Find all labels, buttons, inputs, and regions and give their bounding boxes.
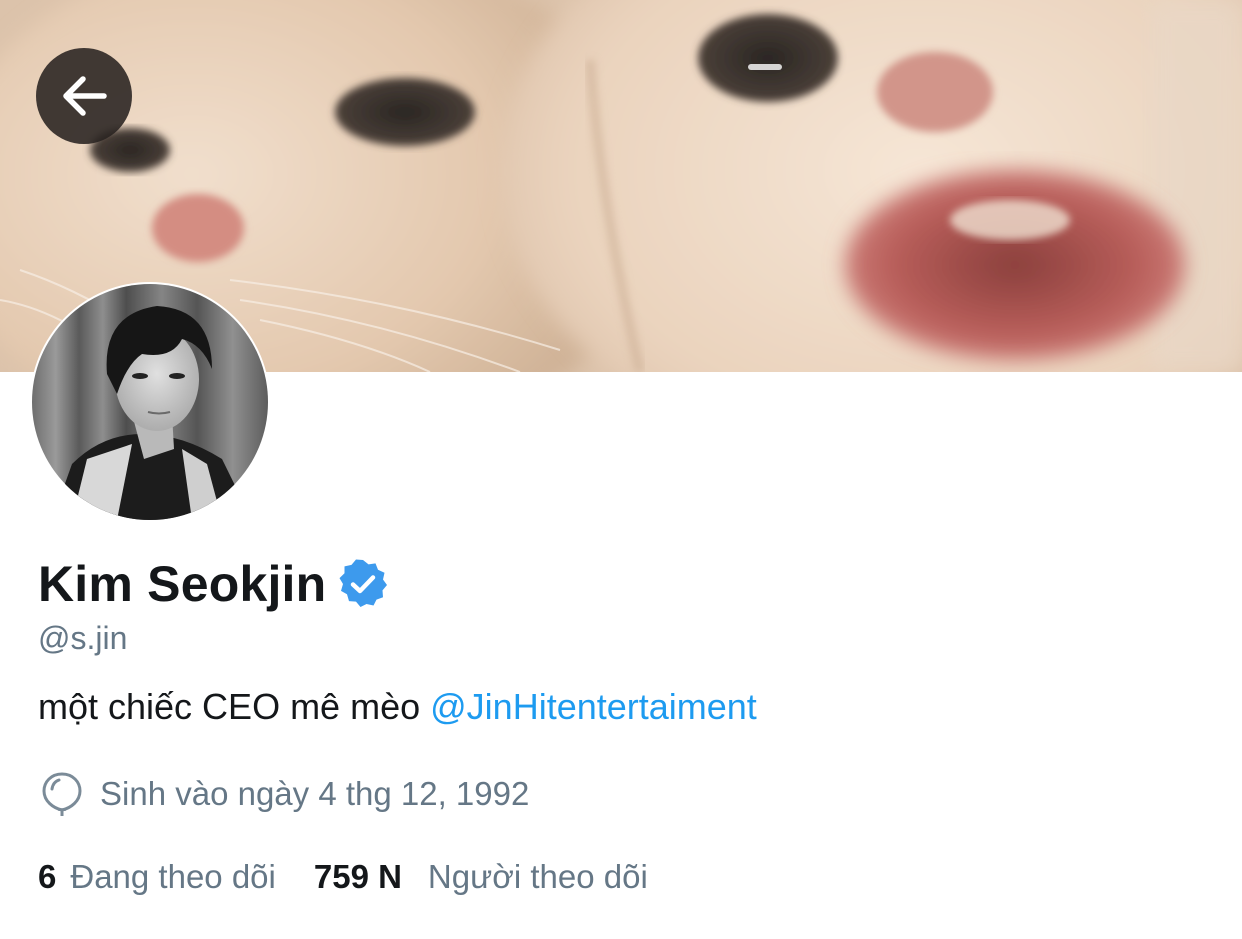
profile-page: Kim Seokjin @s.jin một chiếc CEO mê mèo … <box>0 0 1242 939</box>
followers-label: Người theo dõi <box>427 858 648 895</box>
arrow-left-icon <box>63 76 107 116</box>
following-label: Đang theo dõi <box>70 858 276 895</box>
bio: một chiếc CEO mê mèo @JinHitentertaiment <box>38 686 757 728</box>
birthday-text: Sinh vào ngày 4 thg 12, 1992 <box>100 775 530 812</box>
back-button[interactable] <box>36 48 132 144</box>
balloon-icon <box>42 772 82 816</box>
display-name: Kim Seokjin <box>38 556 327 612</box>
following-link[interactable]: 6 Đang theo dõi <box>38 858 276 896</box>
bio-mention-link[interactable]: @JinHitentertaiment <box>430 686 757 727</box>
following-count: 6 <box>38 858 57 895</box>
birthday-row: Sinh vào ngày 4 thg 12, 1992 <box>38 770 529 818</box>
verified-badge-icon <box>338 559 388 609</box>
handle: @s.jin <box>38 620 128 656</box>
avatar-photo <box>32 284 268 520</box>
display-name-row: Kim Seokjin <box>38 552 388 616</box>
avatar[interactable] <box>30 282 270 522</box>
bio-text: một chiếc CEO mê mèo <box>38 686 421 727</box>
follow-stats: 6 Đang theo dõi 759 N Người theo dõi <box>38 858 648 896</box>
followers-link[interactable]: 759 N Người theo dõi <box>314 858 648 896</box>
followers-count: 759 N <box>313 858 402 895</box>
